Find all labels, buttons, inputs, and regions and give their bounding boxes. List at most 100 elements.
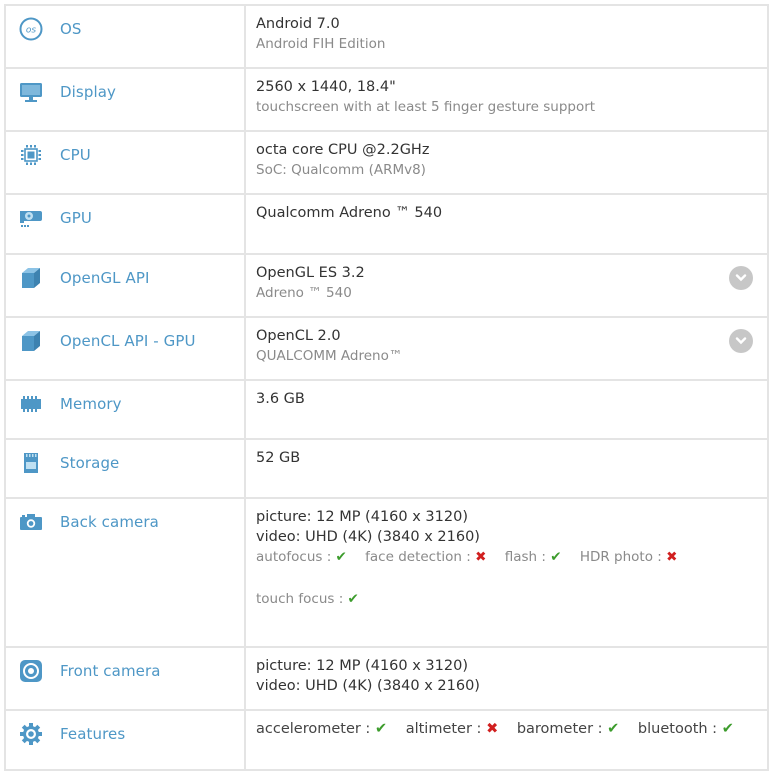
spec-value-main: octa core CPU @2.2GHz [256, 142, 430, 158]
spec-row-features: Features accelerometer : ✔ altimeter : ✖… [4, 709, 769, 771]
spec-label: Front camera [60, 662, 161, 680]
spec-label: OS [60, 20, 82, 38]
spec-label: OpenCL API - GPU [60, 332, 196, 350]
spec-value-main: OpenGL ES 3.2 [256, 265, 365, 281]
spec-value-sub: Adreno ™ 540 [256, 285, 352, 301]
expand-opencl-button[interactable] [729, 329, 753, 353]
spec-value-main: OpenCL 2.0 [256, 328, 341, 344]
cube-icon [19, 329, 43, 353]
spec-label: Back camera [60, 513, 159, 531]
check-icon: ✔ [347, 591, 359, 607]
spec-value-cell: OpenCL 2.0 QUALCOMM Adreno™ [244, 316, 769, 381]
camera-features: autofocus : ✔ face detection : ✖ flash :… [256, 547, 755, 568]
spec-label: Storage [60, 454, 120, 472]
spec-value-sub: QUALCOMM Adreno™ [256, 348, 403, 364]
spec-value-cell: accelerometer : ✔ altimeter : ✖ baromete… [244, 709, 769, 771]
sd-card-icon [19, 451, 43, 475]
feature-item: barometer : ✔ [517, 721, 619, 737]
cross-icon: ✖ [486, 721, 499, 737]
feature-item: accelerometer : ✔ [256, 721, 387, 737]
feature-name: barometer : [516, 721, 603, 737]
spec-label-cell: OpenGL API [4, 253, 246, 318]
check-icon: ✔ [550, 549, 562, 565]
spec-label-cell: Features [4, 709, 246, 771]
spec-row-gpu: GPU Qualcomm Adreno ™ 540 [4, 193, 769, 255]
spec-value-cell: picture: 12 MP (4160 x 3120) video: UHD … [244, 497, 769, 648]
cube-icon [19, 266, 43, 290]
graphics-card-icon [19, 206, 43, 230]
front-camera-icon [19, 659, 43, 683]
feature-name: bluetooth : [637, 721, 718, 737]
spec-value-main: picture: 12 MP (4160 x 3120) [256, 509, 468, 525]
device-features: accelerometer : ✔ altimeter : ✖ baromete… [256, 719, 755, 740]
feature-name: accelerometer : [256, 721, 371, 737]
feature-name: autofocus : [256, 549, 332, 565]
feature-item: face detection : ✖ [365, 549, 486, 565]
spec-row-memory: Memory 3.6 GB [4, 379, 769, 440]
cross-icon: ✖ [666, 549, 678, 565]
chevron-down-icon [735, 337, 747, 345]
spec-label: OpenGL API [60, 269, 150, 287]
spec-label-cell: Storage [4, 438, 246, 499]
specs-table: os OS Android 7.0 Android FIH Edition Di… [4, 4, 769, 771]
spec-label: Memory [60, 395, 122, 413]
spec-value-main-2: video: UHD (4K) (3840 x 2160) [256, 678, 480, 694]
feature-name: flash : [504, 549, 546, 565]
feature-name: altimeter : [405, 721, 482, 737]
spec-row-front-camera: Front camera picture: 12 MP (4160 x 3120… [4, 646, 769, 711]
feature-name: HDR photo : [579, 549, 662, 565]
spec-row-opencl: OpenCL API - GPU OpenCL 2.0 QUALCOMM Adr… [4, 316, 769, 381]
spec-value-sub: SoC: Qualcomm (ARMv8) [256, 162, 426, 178]
spec-label: Features [60, 725, 126, 743]
spec-value-cell: Android 7.0 Android FIH Edition [244, 4, 769, 69]
spec-value-main: 52 GB [256, 450, 301, 466]
check-icon: ✔ [721, 721, 734, 737]
check-icon: ✔ [607, 721, 620, 737]
spec-label-cell: Memory [4, 379, 246, 440]
feature-item: touch focus : ✔ [256, 591, 359, 607]
spec-label: GPU [60, 209, 92, 227]
spec-label: CPU [60, 146, 91, 164]
spec-label-cell: Back camera [4, 497, 246, 648]
check-icon: ✔ [335, 549, 347, 565]
chevron-down-icon [735, 274, 747, 282]
spec-label-cell: Front camera [4, 646, 246, 711]
spec-row-back-camera: Back camera picture: 12 MP (4160 x 3120)… [4, 497, 769, 648]
feature-item: autofocus : ✔ [256, 549, 347, 565]
camera-icon [19, 510, 43, 534]
feature-item: flash : ✔ [505, 549, 562, 565]
spec-value-main: 2560 x 1440, 18.4" [256, 79, 396, 95]
os-icon: os [19, 17, 43, 41]
svg-text:os: os [26, 26, 37, 36]
cross-icon: ✖ [475, 549, 487, 565]
spec-row-cpu: CPU octa core CPU @2.2GHz SoC: Qualcomm … [4, 130, 769, 195]
cpu-chip-icon [19, 143, 43, 167]
spec-value-sub: touchscreen with at least 5 finger gestu… [256, 99, 596, 115]
spec-row-storage: Storage 52 GB [4, 438, 769, 499]
spec-value-main-2: video: UHD (4K) (3840 x 2160) [256, 529, 480, 545]
spec-value-main: Qualcomm Adreno ™ 540 [256, 205, 443, 221]
spec-value-cell: 3.6 GB [244, 379, 769, 440]
feature-item: bluetooth : ✔ [638, 721, 734, 737]
spec-value-main: Android 7.0 [256, 16, 340, 32]
spec-label-cell: Display [4, 67, 246, 132]
spec-row-opengl: OpenGL API OpenGL ES 3.2 Adreno ™ 540 [4, 253, 769, 318]
expand-opengl-button[interactable] [729, 266, 753, 290]
ram-icon [19, 392, 43, 416]
spec-value-cell: picture: 12 MP (4160 x 3120) video: UHD … [244, 646, 769, 711]
spec-row-os: os OS Android 7.0 Android FIH Edition [4, 4, 769, 69]
spec-label: Display [60, 83, 116, 101]
spec-value-cell: 52 GB [244, 438, 769, 499]
spec-value-cell: octa core CPU @2.2GHz SoC: Qualcomm (ARM… [244, 130, 769, 195]
feature-item: altimeter : ✖ [406, 721, 499, 737]
feature-item: HDR photo : ✖ [580, 549, 678, 565]
spec-label-cell: GPU [4, 193, 246, 255]
spec-value-main: picture: 12 MP (4160 x 3120) [256, 658, 468, 674]
spec-value-cell: Qualcomm Adreno ™ 540 [244, 193, 769, 255]
spec-label-cell: CPU [4, 130, 246, 195]
spec-row-display: Display 2560 x 1440, 18.4" touchscreen w… [4, 67, 769, 132]
gear-icon [19, 722, 43, 746]
camera-features-2: touch focus : ✔ [256, 589, 755, 610]
spec-label-cell: os OS [4, 4, 246, 69]
spec-label-cell: OpenCL API - GPU [4, 316, 246, 381]
